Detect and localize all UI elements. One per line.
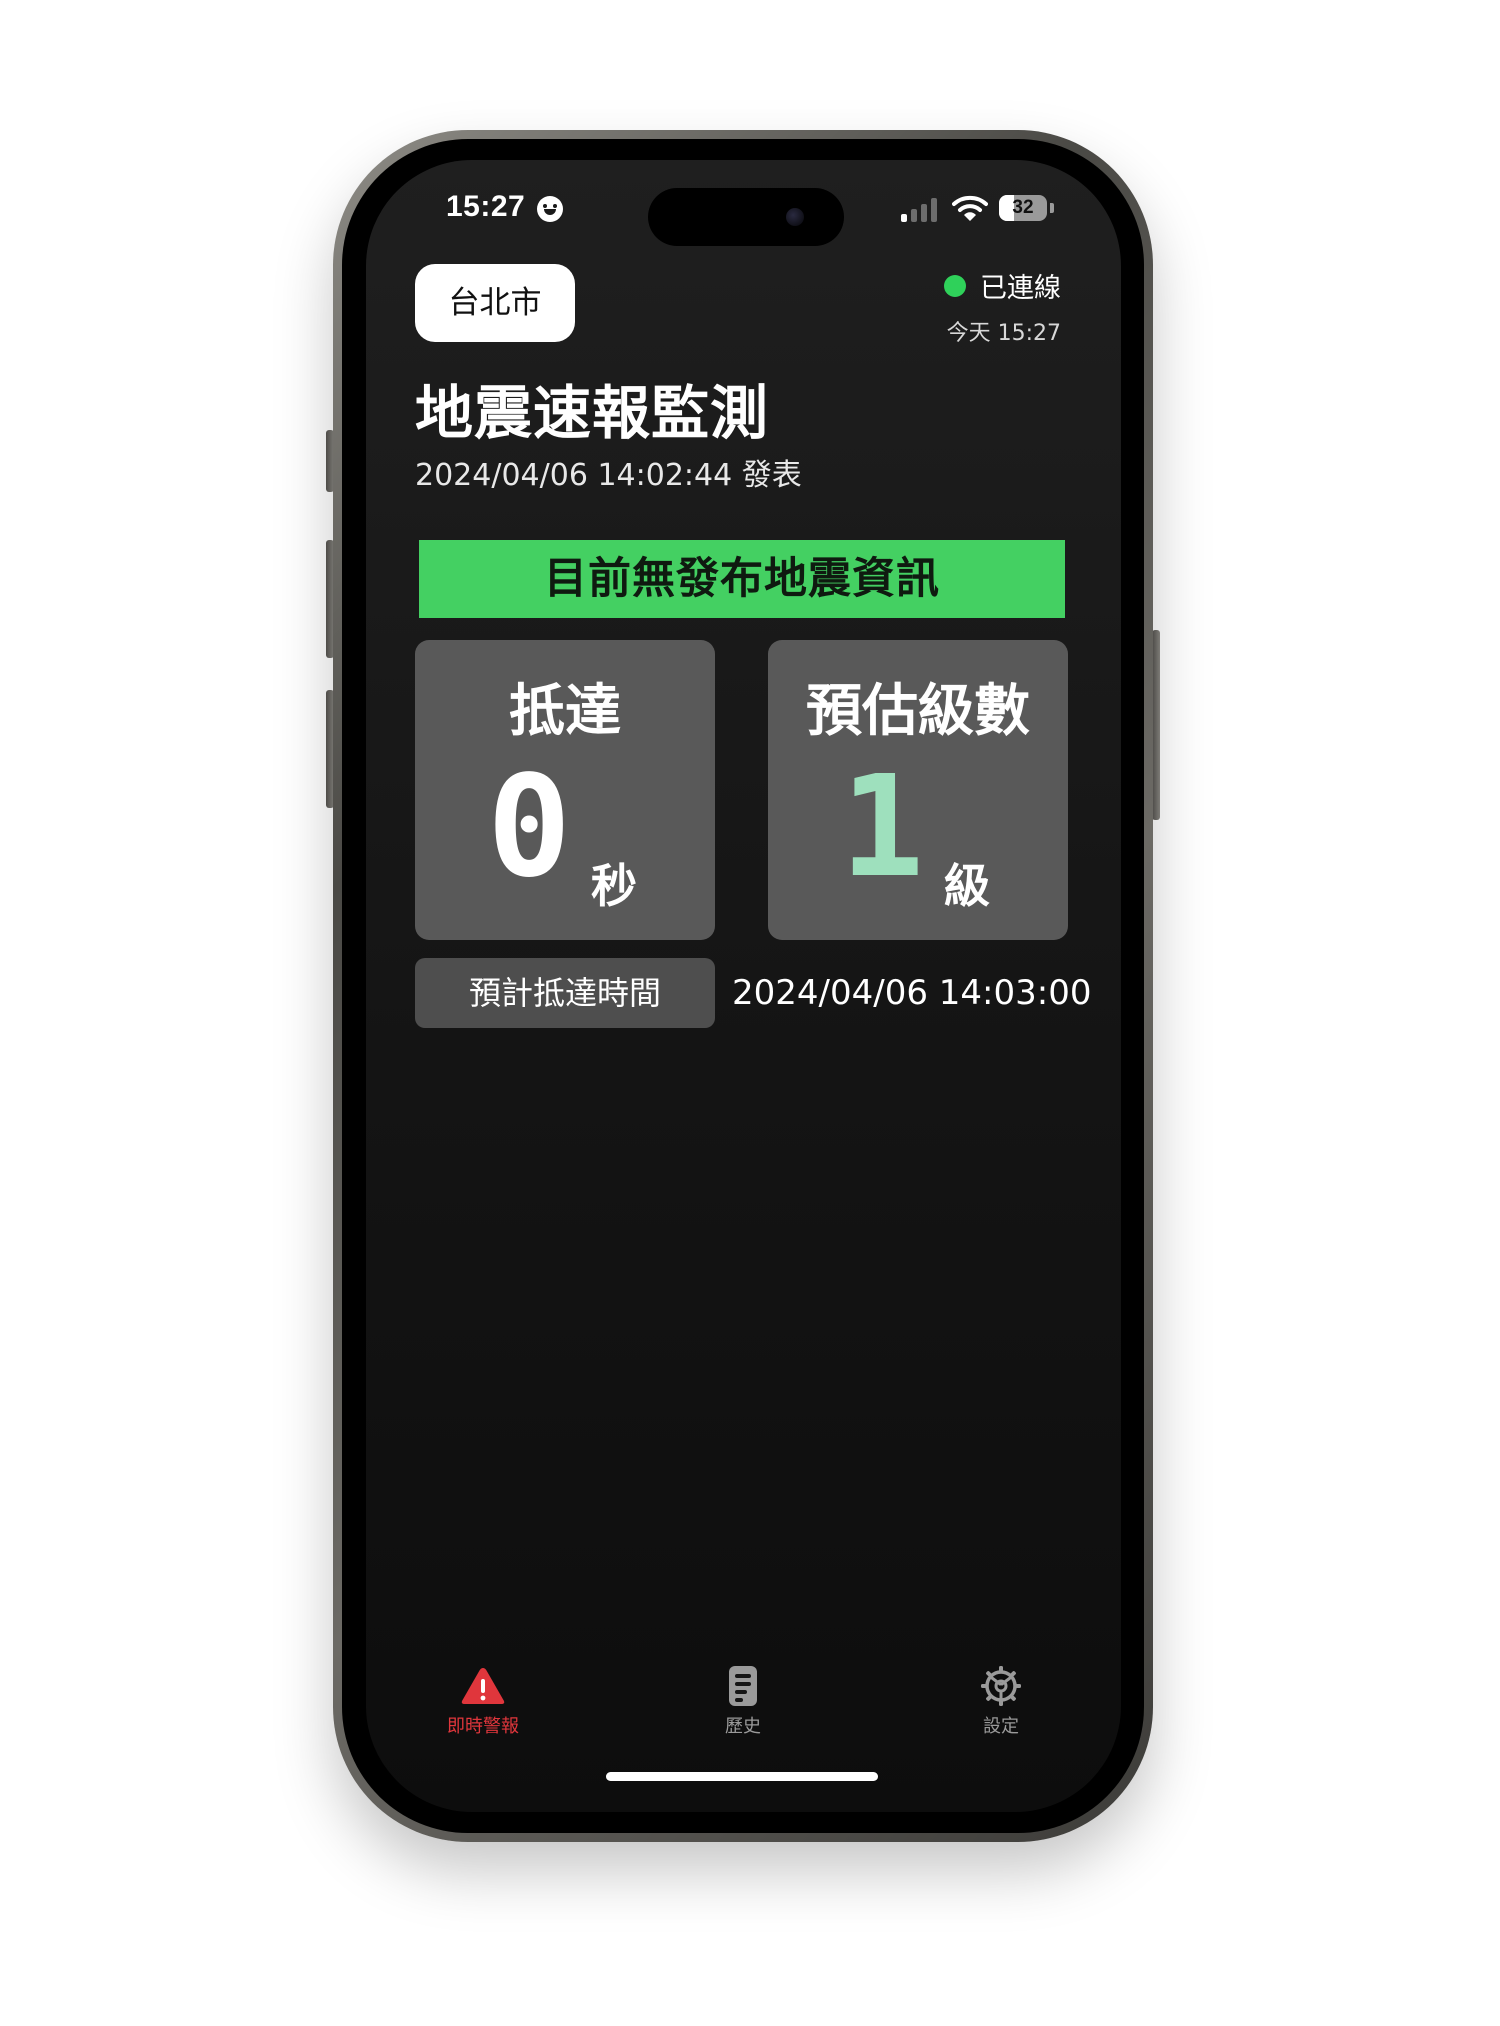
cellular-signal-icon bbox=[901, 198, 941, 222]
power-button bbox=[1152, 630, 1160, 820]
intensity-label: 預估級數 bbox=[806, 679, 1030, 744]
arrival-unit: 秒 bbox=[591, 859, 637, 913]
smiley-focus-icon bbox=[537, 196, 563, 222]
eta-value: 2024/04/06 14:03:00 bbox=[732, 973, 1092, 1013]
intensity-card: 預估級數 1 級 bbox=[768, 640, 1068, 940]
front-camera bbox=[786, 208, 804, 226]
tab-history[interactable]: 歷史 bbox=[683, 1666, 803, 1738]
connection-time: 今天 15:27 bbox=[946, 321, 1061, 346]
tab-history-label: 歷史 bbox=[725, 1716, 761, 1737]
home-indicator[interactable] bbox=[606, 1772, 878, 1781]
gear-icon bbox=[981, 1666, 1021, 1706]
page-title: 地震速報監測 bbox=[415, 379, 770, 447]
intensity-value: 1 bbox=[840, 746, 925, 909]
intensity-unit: 級 bbox=[944, 859, 990, 913]
tab-settings-label: 設定 bbox=[983, 1716, 1019, 1737]
tab-settings[interactable]: 設定 bbox=[941, 1666, 1061, 1738]
battery-percent: 32 bbox=[1012, 197, 1034, 218]
battery-cap bbox=[1050, 203, 1054, 213]
status-time: 15:27 bbox=[446, 190, 526, 223]
publish-time: 2024/04/06 14:02:44 發表 bbox=[415, 458, 802, 493]
connection-label: 已連線 bbox=[980, 273, 1061, 304]
dynamic-island bbox=[648, 188, 844, 246]
connection-dot-icon bbox=[944, 274, 966, 297]
battery-indicator: 32 bbox=[999, 195, 1047, 221]
location-selector[interactable]: 台北市 bbox=[415, 264, 575, 342]
arrival-card: 抵達 0 秒 bbox=[415, 640, 715, 940]
app-screen: 15:27 32 台北市 已連線 今天 15:27 地震速報監測 2024/04… bbox=[366, 160, 1121, 1812]
arrival-label: 抵達 bbox=[509, 679, 621, 744]
document-icon bbox=[729, 1666, 757, 1706]
arrival-seconds-value: 0 bbox=[487, 746, 572, 909]
alert-status-banner: 目前無發布地震資訊 bbox=[419, 540, 1065, 618]
wifi-icon bbox=[952, 195, 988, 221]
tab-live-alert[interactable]: 即時警報 bbox=[423, 1666, 543, 1738]
connection-status: 已連線 今天 15:27 bbox=[944, 266, 1061, 347]
eta-label: 預計抵達時間 bbox=[415, 958, 715, 1028]
tab-live-alert-label: 即時警報 bbox=[447, 1716, 519, 1737]
warning-triangle-icon bbox=[461, 1668, 505, 1704]
